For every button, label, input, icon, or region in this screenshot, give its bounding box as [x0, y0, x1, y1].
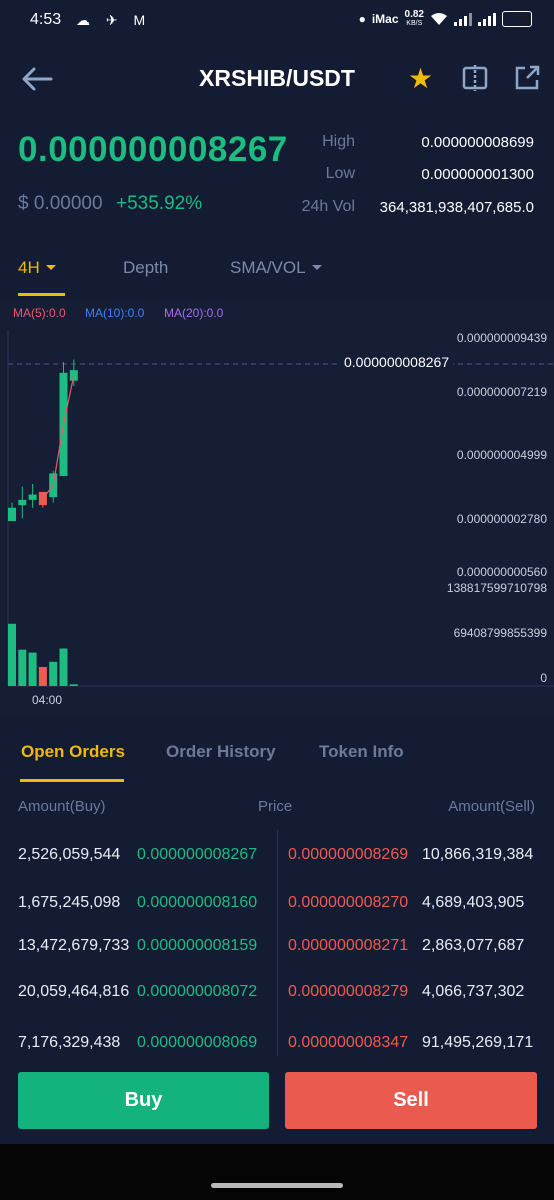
sell-price[interactable]: 0.000000008270	[288, 894, 408, 912]
net-speed-value: 0.82	[404, 9, 424, 20]
sell-amount[interactable]: 10,866,319,384	[422, 845, 540, 865]
sell-price[interactable]: 0.000000008269	[288, 846, 408, 864]
signal-icon-2	[478, 12, 496, 26]
volume-axis-3: 0	[540, 671, 547, 685]
col-amount-sell: Amount(Sell)	[448, 798, 535, 815]
volume-bar	[69, 684, 78, 686]
buy-amount[interactable]: 7,176,329,438	[18, 1033, 130, 1053]
candle-body	[28, 494, 37, 500]
net-speed: 0.82 KB/S	[405, 10, 424, 28]
buy-amount[interactable]: 13,472,679,733	[18, 936, 130, 956]
chevron-down-icon	[45, 264, 56, 270]
notification-icons: ☁ ✈ M	[76, 12, 152, 28]
current-price-tag: 0.000000008267	[340, 354, 454, 370]
sell-button[interactable]: Sell	[285, 1072, 537, 1129]
tab-underline	[18, 293, 65, 296]
system-nav-bar	[0, 1144, 554, 1200]
price-axis-1: 0.000000009439	[456, 331, 547, 345]
status-bar: 4:53 ☁ ✈ M ● iMac 0.82 KB/S 59	[0, 0, 554, 40]
low-value: 0.000000001300	[421, 166, 534, 183]
wifi-icon	[431, 13, 447, 25]
home-indicator[interactable]	[211, 1183, 343, 1188]
sell-amount[interactable]: 4,066,737,302	[422, 982, 540, 1002]
tab-interval-label: 4H	[18, 258, 40, 277]
chevron-down-icon	[311, 264, 322, 270]
vol-value: 364,381,938,407,685.0	[379, 199, 534, 216]
ma20-label: MA(20):0.0	[164, 306, 224, 320]
tab-order-history[interactable]: Order History	[166, 742, 276, 762]
col-amount-buy: Amount(Buy)	[18, 798, 106, 815]
ma10-label: MA(10):0.0	[85, 306, 145, 320]
time-axis-label: 04:00	[32, 693, 63, 707]
price-axis-3: 0.000000004999	[456, 448, 547, 462]
volume-axis-1: 138817599710798	[446, 581, 547, 595]
volume-bar	[8, 623, 16, 686]
sell-price[interactable]: 0.000000008271	[288, 937, 408, 955]
candle-body	[8, 507, 16, 522]
apple-icon: ●	[358, 12, 366, 26]
change-percent: +535.92%	[116, 193, 203, 214]
usd-price: $ 0.00000	[18, 193, 103, 214]
ma5-line	[42, 375, 75, 499]
order-tab-underline	[20, 779, 124, 782]
arrow-left-icon[interactable]	[20, 62, 54, 96]
orderbook-divider	[277, 830, 278, 1056]
volume-bar	[49, 661, 58, 686]
price-axis-5: 0.000000000560	[456, 565, 547, 579]
price-axis-2: 0.000000007219	[456, 385, 547, 399]
buy-price[interactable]: 0.000000008159	[137, 937, 257, 955]
tab-interval[interactable]: 4H	[18, 258, 56, 278]
tab-indicators[interactable]: SMA/VOL	[230, 258, 322, 278]
tab-depth[interactable]: Depth	[123, 258, 168, 278]
sell-amount[interactable]: 2,863,077,687	[422, 936, 540, 956]
buy-amount[interactable]: 1,675,245,098	[18, 893, 130, 913]
sell-price[interactable]: 0.000000008279	[288, 983, 408, 1001]
candlestick-chart[interactable]	[0, 320, 554, 700]
tab-open-orders[interactable]: Open Orders	[21, 742, 125, 762]
net-speed-unit: KB/S	[406, 20, 423, 27]
buy-button[interactable]: Buy	[18, 1072, 269, 1129]
buy-amount[interactable]: 20,059,464,816	[18, 982, 130, 1002]
volume-bar	[28, 652, 37, 686]
volume-bar	[38, 666, 47, 686]
tab-token-info[interactable]: Token Info	[319, 742, 404, 762]
col-price: Price	[258, 798, 293, 815]
buy-amount[interactable]: 2,526,059,544	[18, 845, 130, 865]
imac-label: iMac	[371, 12, 399, 26]
tab-indicators-label: SMA/VOL	[230, 258, 306, 277]
signal-icon	[454, 12, 472, 26]
battery-level: 59	[520, 14, 531, 24]
volume-bar	[59, 648, 68, 686]
pair-title: XRSHIB/USDT	[199, 65, 355, 91]
buy-price[interactable]: 0.000000008069	[137, 1034, 257, 1052]
sell-price[interactable]: 0.000000008347	[288, 1034, 408, 1052]
buy-price[interactable]: 0.000000008072	[137, 983, 257, 1001]
status-time: 4:53	[30, 11, 62, 28]
share-icon[interactable]	[513, 64, 541, 92]
volume-axis-2: 69408799855399	[453, 626, 547, 640]
high-value: 0.000000008699	[421, 134, 534, 151]
status-right-group: ● iMac 0.82 KB/S 59	[359, 10, 532, 28]
candle-body	[18, 499, 27, 506]
battery-icon: 59	[502, 11, 532, 27]
sell-amount[interactable]: 4,689,403,905	[422, 893, 540, 913]
volume-bar	[18, 649, 27, 686]
star-icon[interactable]: ★	[408, 62, 433, 95]
split-view-icon[interactable]	[461, 64, 489, 92]
ma5-label: MA(5):0.0	[13, 306, 66, 320]
buy-price[interactable]: 0.000000008160	[137, 894, 257, 912]
price-axis-4: 0.000000002780	[456, 512, 547, 526]
buy-price[interactable]: 0.000000008267	[137, 846, 257, 864]
sell-amount[interactable]: 91,495,269,171	[422, 1033, 540, 1053]
